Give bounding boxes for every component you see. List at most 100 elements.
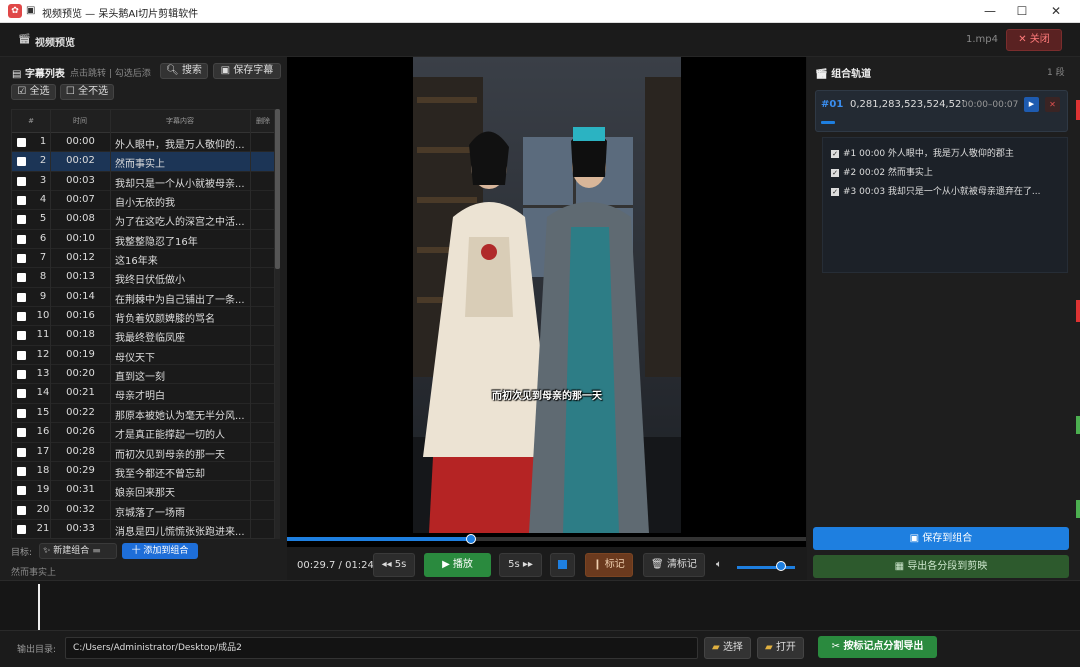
table-row[interactable]: 9 00:14 在荆棘中为自己铺出了一条... bbox=[12, 288, 274, 308]
row-checkbox[interactable] bbox=[17, 428, 26, 438]
table-row[interactable]: 6 00:10 我整整隐忍了16年 bbox=[12, 230, 274, 250]
row-checkbox[interactable] bbox=[17, 312, 26, 322]
table-row[interactable]: 17 00:28 而初次见到母亲的那一天 bbox=[12, 443, 274, 462]
row-text: 我最终登临凤座 bbox=[115, 333, 185, 345]
rewind-5s-button[interactable]: ◂◂ 5s bbox=[373, 553, 415, 577]
table-row[interactable]: 3 00:03 我却只是一个从小就被母亲... bbox=[12, 172, 274, 192]
window-close-button[interactable]: ✕ bbox=[1040, 0, 1072, 23]
playback-progress-bar[interactable] bbox=[287, 534, 806, 544]
row-text: 为了在这吃人的深宫之中活... bbox=[115, 217, 245, 229]
progress-handle[interactable] bbox=[466, 534, 476, 544]
table-row[interactable]: 21 00:33 消息是四儿慌慌张张跑进来... bbox=[12, 520, 274, 538]
stop-icon bbox=[558, 559, 567, 569]
clear-marks-button[interactable]: 🗑︎ 清标记 bbox=[643, 553, 705, 577]
volume-handle[interactable] bbox=[776, 561, 786, 571]
table-row[interactable]: 5 00:08 为了在这吃人的深宫之中活... bbox=[12, 210, 274, 230]
save-subtitles-button[interactable]: ▣ 保存字幕 bbox=[213, 63, 281, 79]
video-scene-image bbox=[413, 57, 681, 533]
save-to-combo-button[interactable]: ▣ 保存到组合 bbox=[813, 527, 1069, 550]
forward-5s-button[interactable]: 5s ▸▸ bbox=[499, 553, 542, 577]
table-row[interactable]: 15 00:22 那原本被她认为毫无半分风... bbox=[12, 404, 274, 424]
table-row[interactable]: 10 00:16 背负着奴颜婢膝的骂名 bbox=[12, 307, 274, 327]
timeline[interactable] bbox=[0, 580, 1080, 630]
table-row[interactable]: 12 00:19 母仪天下 bbox=[12, 346, 274, 366]
close-preview-button[interactable]: ✕ 关闭 bbox=[1006, 29, 1062, 51]
video-panel: 而初次见到母亲的那一天 00:29.7 / 01:24 ◂◂ 5s ▶ 播放 5… bbox=[287, 57, 806, 580]
combo-delete-button[interactable]: ✕ bbox=[1045, 97, 1060, 112]
row-checkbox[interactable] bbox=[17, 370, 26, 380]
row-checkbox[interactable] bbox=[17, 408, 26, 418]
row-checkbox[interactable] bbox=[17, 505, 26, 515]
output-dir-input[interactable]: C:/Users/Administrator/Desktop/成品2 bbox=[65, 637, 698, 659]
row-text: 京城落了一场雨 bbox=[115, 507, 185, 519]
row-checkbox[interactable] bbox=[17, 138, 26, 147]
select-none-button[interactable]: ☐ 全不选 bbox=[60, 84, 114, 100]
row-checkbox[interactable] bbox=[17, 176, 26, 186]
checkbox-checked-icon[interactable]: ✓ bbox=[831, 168, 839, 177]
export-to-jianying-button[interactable]: ▦ 导出各分段到剪映 bbox=[813, 555, 1069, 578]
video-frame[interactable]: 而初次见到母亲的那一天 bbox=[413, 57, 681, 533]
scrollbar-thumb[interactable] bbox=[275, 109, 280, 269]
row-checkbox[interactable] bbox=[17, 389, 26, 399]
play-button[interactable]: ▶ 播放 bbox=[424, 553, 491, 577]
row-checkbox[interactable] bbox=[17, 447, 26, 457]
page-title: 视频预览 bbox=[35, 38, 75, 49]
table-row[interactable]: 7 00:12 这16年来 bbox=[12, 249, 274, 269]
target-combo-select[interactable]: ✨︎ 新建组合 ▬ bbox=[39, 543, 117, 559]
mark-button[interactable]: ❙ 标记 bbox=[585, 553, 633, 577]
choose-dir-button[interactable]: ▰ 选择 bbox=[704, 637, 751, 659]
search-button[interactable]: 🔍︎ 搜索 bbox=[160, 63, 208, 79]
open-dir-button[interactable]: ▰ 打开 bbox=[757, 637, 804, 659]
stop-button[interactable] bbox=[550, 553, 575, 577]
combo-item[interactable]: ✓ #2 00:02 然而事实上 bbox=[831, 165, 1061, 178]
table-row[interactable]: 4 00:07 自小无依的我 bbox=[12, 191, 274, 211]
row-checkbox[interactable] bbox=[17, 331, 26, 341]
row-checkbox[interactable] bbox=[17, 196, 26, 206]
checkbox-checked-icon[interactable]: ✓ bbox=[831, 187, 839, 196]
combo-card[interactable]: #01 0,281,283,523,524,527 00:00–00:07 ▶ … bbox=[815, 90, 1068, 132]
minimize-button[interactable]: — bbox=[974, 0, 1006, 23]
table-row[interactable]: 1 00:00 外人眼中，我是万人敬仰的... bbox=[12, 133, 274, 153]
row-checkbox[interactable] bbox=[17, 292, 26, 302]
table-row[interactable]: 16 00:26 才是真正能撑起一切的人 bbox=[12, 423, 274, 443]
table-row[interactable]: 20 00:32 京城落了一场雨 bbox=[12, 501, 274, 520]
background-accent bbox=[1076, 416, 1080, 434]
table-row[interactable]: 11 00:18 我最终登临凤座 bbox=[12, 326, 274, 346]
combo-item[interactable]: ✓ #3 00:03 我却只是一个从小就被母亲遗弃在了... bbox=[831, 184, 1061, 197]
row-checkbox[interactable] bbox=[17, 157, 26, 167]
checkbox-checked-icon[interactable]: ✓ bbox=[831, 149, 839, 158]
row-text: 我至今都还不曾忘却 bbox=[115, 468, 205, 480]
subtitle-panel: ▤ 字幕列表 点击跳转 | 勾选后添 🔍︎ 搜索 ▣ 保存字幕 ☑ 全选 ☐ 全… bbox=[0, 57, 287, 580]
row-checkbox[interactable] bbox=[17, 254, 26, 264]
folder-icon: ▰ bbox=[712, 642, 720, 653]
timeline-playhead[interactable] bbox=[38, 584, 40, 630]
subtitle-list-title: ▤ 字幕列表 bbox=[12, 69, 65, 80]
row-checkbox[interactable] bbox=[17, 486, 26, 496]
split-export-button[interactable]: ✂ 按标记点分割导出 bbox=[818, 636, 937, 658]
table-row[interactable]: 8 00:13 我终日伏低做小 bbox=[12, 268, 274, 288]
combo-item[interactable]: ✓ #1 00:00 外人眼中，我是万人敬仰的郡主 bbox=[831, 146, 1061, 159]
row-checkbox[interactable] bbox=[17, 350, 26, 360]
table-row[interactable]: 19 00:31 娘亲回来那天 bbox=[12, 481, 274, 501]
row-time: 00:29 bbox=[66, 464, 95, 476]
table-row[interactable]: 13 00:20 直到这一刻 bbox=[12, 365, 274, 385]
table-row[interactable]: 18 00:29 我至今都还不曾忘却 bbox=[12, 462, 274, 482]
row-checkbox[interactable] bbox=[17, 524, 26, 534]
row-checkbox[interactable] bbox=[17, 234, 26, 244]
table-row[interactable]: 2 00:02 然而事实上 bbox=[12, 152, 274, 172]
row-checkbox[interactable] bbox=[17, 215, 26, 225]
select-all-button[interactable]: ☑ 全选 bbox=[11, 84, 56, 100]
row-checkbox[interactable] bbox=[17, 273, 26, 283]
maximize-button[interactable]: ☐ bbox=[1006, 0, 1038, 23]
table-scrollbar[interactable] bbox=[275, 109, 280, 539]
column-divider bbox=[110, 110, 111, 538]
add-to-combo-button[interactable]: 十 添加到组合 bbox=[122, 543, 198, 559]
combo-play-button[interactable]: ▶ bbox=[1024, 97, 1039, 112]
clapper-icon: 🎬︎ bbox=[815, 69, 828, 80]
volume-icon[interactable]: 🔈︎ bbox=[716, 559, 722, 570]
split-export-label: 按标记点分割导出 bbox=[843, 641, 924, 652]
row-checkbox[interactable] bbox=[17, 466, 26, 476]
volume-slider[interactable] bbox=[737, 566, 795, 569]
row-time: 00:16 bbox=[66, 310, 95, 322]
table-row[interactable]: 14 00:21 母亲才明白 bbox=[12, 384, 274, 404]
